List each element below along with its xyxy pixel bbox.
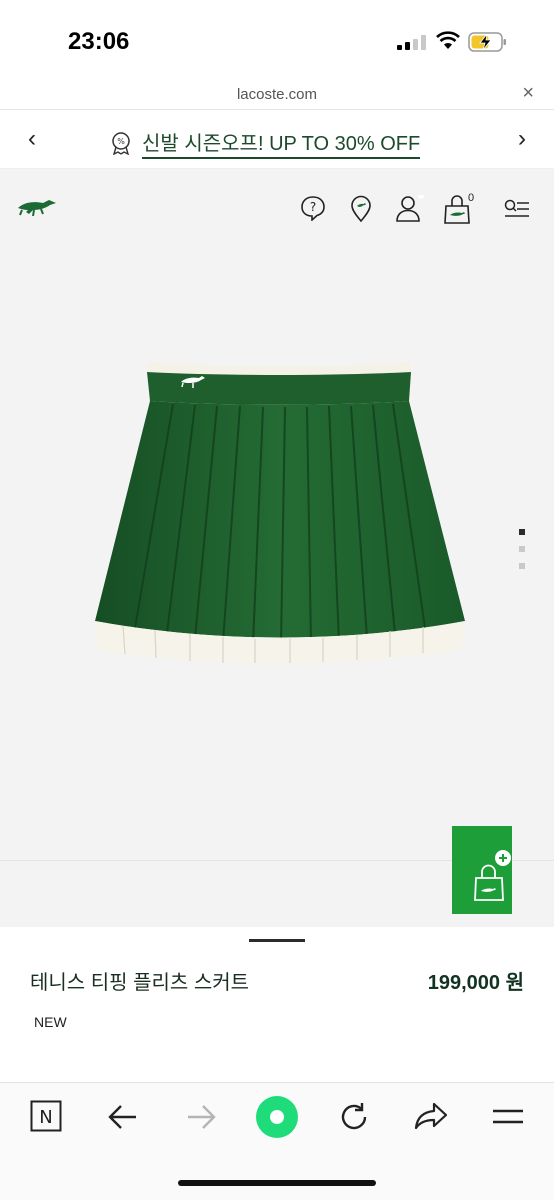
url-text[interactable]: lacoste.com: [0, 86, 554, 103]
promo-banner: ‹ % 신발 시즌오프! UP TO 30% OFF ›: [0, 111, 554, 169]
store-locator-icon[interactable]: [349, 195, 373, 223]
cart-icon[interactable]: [443, 195, 471, 225]
svg-text:N: N: [39, 1107, 52, 1128]
add-to-cart-button[interactable]: [452, 826, 512, 914]
battery-charging-icon: [468, 32, 506, 52]
discount-badge-icon: %: [112, 132, 130, 155]
back-icon[interactable]: [108, 1104, 138, 1130]
gallery-dot[interactable]: [519, 546, 525, 552]
browser-url-bar[interactable]: lacoste.com ×: [0, 80, 554, 110]
status-bar: 23:06: [0, 0, 554, 80]
product-image[interactable]: [95, 358, 465, 663]
product-name: 테니스 티핑 플리츠 스커트: [30, 972, 250, 994]
cellular-signal-icon: [397, 34, 426, 50]
share-icon[interactable]: [414, 1102, 448, 1130]
reload-icon[interactable]: [338, 1101, 370, 1133]
product-info-panel: [0, 927, 554, 1082]
promo-prev-button[interactable]: ‹: [28, 125, 36, 153]
naver-n-icon[interactable]: N: [30, 1100, 62, 1132]
close-icon[interactable]: ×: [522, 82, 534, 105]
account-icon[interactable]: [395, 195, 425, 225]
forward-icon[interactable]: [186, 1104, 216, 1130]
svg-text:?: ?: [310, 200, 316, 214]
menu-icon[interactable]: [504, 199, 530, 219]
promo-text[interactable]: 신발 시즌오프! UP TO 30% OFF: [142, 127, 421, 159]
home-icon[interactable]: [255, 1095, 299, 1139]
cart-count: 0: [468, 192, 475, 204]
gallery-dot-active[interactable]: [519, 529, 525, 535]
help-icon[interactable]: ?: [300, 195, 326, 221]
svg-text:%: %: [117, 137, 125, 146]
home-indicator[interactable]: [178, 1180, 376, 1186]
gallery-dot[interactable]: [519, 563, 525, 569]
product-badge: NEW: [34, 1014, 67, 1030]
panel-handle[interactable]: [249, 939, 305, 942]
product-price: 199,000 원: [427, 972, 524, 994]
hamburger-icon[interactable]: [492, 1106, 524, 1128]
wifi-icon: [436, 31, 460, 49]
add-to-cart-icon: [474, 850, 511, 901]
lacoste-logo-icon[interactable]: [16, 196, 58, 220]
gallery-pagination[interactable]: [519, 529, 525, 569]
status-time: 23:06: [68, 28, 130, 55]
promo-next-button[interactable]: ›: [518, 125, 526, 153]
